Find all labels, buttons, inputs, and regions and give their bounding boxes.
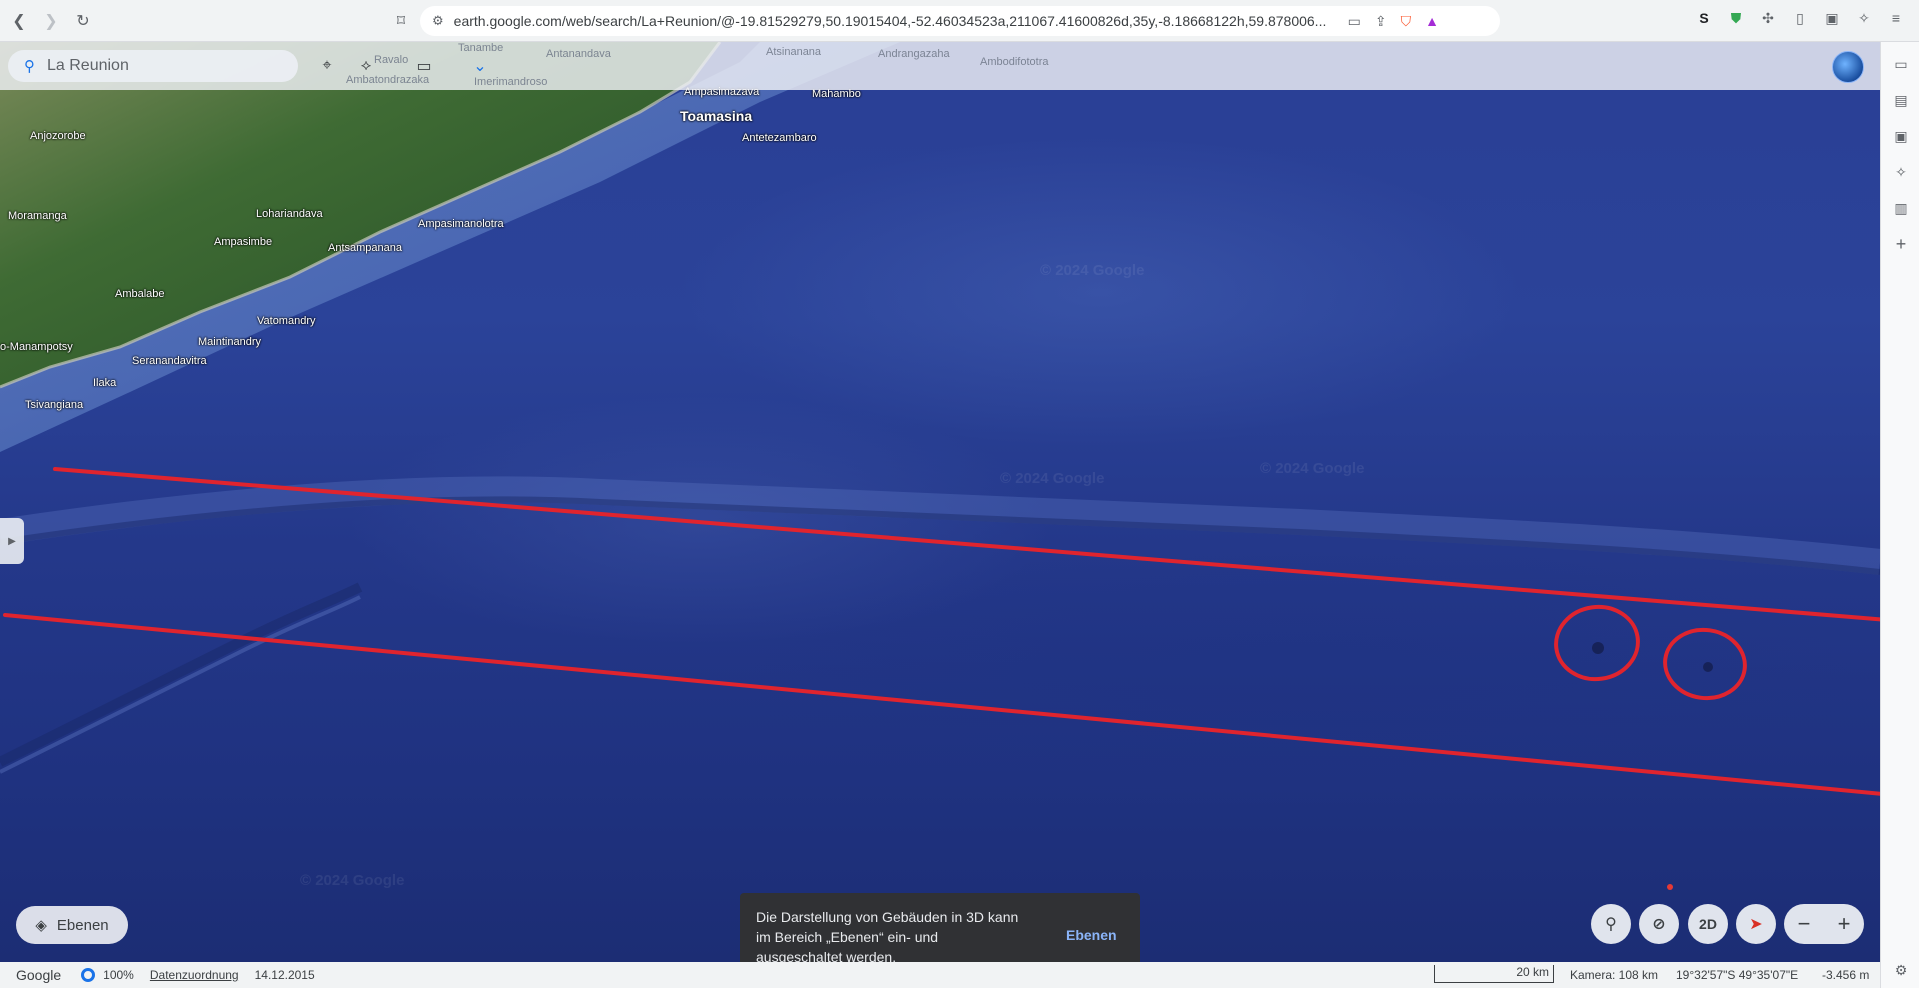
shield-extension-icon[interactable]: ⛊ bbox=[1727, 9, 1745, 27]
watermark-1: © 2024 Google bbox=[1000, 470, 1105, 487]
leo-sidebar-icon[interactable]: ✧ bbox=[1891, 162, 1911, 182]
puzzle-icon[interactable]: ✣ bbox=[1759, 9, 1777, 27]
zoom-in-button[interactable]: + bbox=[1838, 911, 1851, 937]
place-label: o-Manampotsy bbox=[0, 341, 73, 353]
bookmark-icon[interactable]: ⌑ bbox=[388, 8, 414, 34]
menu-icon[interactable]: ≡ bbox=[1887, 9, 1905, 27]
place-label: Ilaka bbox=[93, 377, 117, 389]
place-label: Ravalo bbox=[374, 54, 409, 66]
back-icon[interactable]: ❮ bbox=[6, 8, 32, 34]
watermark-4: © 2024 Google bbox=[1040, 262, 1145, 279]
layers-button-label: Ebenen bbox=[56, 916, 109, 934]
location-dot bbox=[1667, 884, 1673, 890]
compass-icon: ➤ bbox=[1749, 916, 1763, 933]
cursor-coordinates: 19°32'57"S 49°35'07"E bbox=[1676, 968, 1799, 982]
share-icon[interactable]: ⇪ bbox=[1375, 13, 1387, 30]
place-label: Ambodifototra bbox=[980, 56, 1049, 68]
load-percent: 100% bbox=[103, 968, 134, 982]
wallet-icon[interactable]: ▣ bbox=[1823, 9, 1841, 27]
place-label: Ampasimbe bbox=[214, 236, 273, 248]
s-extension-icon[interactable]: S bbox=[1695, 9, 1713, 27]
url-text[interactable]: earth.google.com/web/search/La+Reunion/@… bbox=[454, 13, 1334, 29]
search-input[interactable] bbox=[47, 57, 277, 75]
place-label: Ampasimanolotra bbox=[418, 218, 504, 230]
layers-icon: ◈ bbox=[35, 917, 47, 934]
cast-icon[interactable]: ▭ bbox=[1348, 13, 1361, 30]
place-label: Antanandava bbox=[546, 48, 611, 60]
loading-ring-icon bbox=[81, 968, 96, 982]
placemark-icon[interactable]: ⌖ bbox=[315, 54, 339, 78]
leo-icon[interactable]: ✧ bbox=[1855, 9, 1873, 27]
place-label: Atsinanana bbox=[766, 46, 822, 58]
imagery-date: 14.12.2015 bbox=[254, 968, 315, 982]
site-settings-icon[interactable]: ⚙ bbox=[432, 13, 444, 29]
pegman-icon: ⚲ bbox=[1605, 916, 1617, 933]
browser-toolbar: ❮ ❯ ↻ ⌑ ⚙ earth.google.com/web/search/La… bbox=[0, 0, 1919, 42]
address-bar[interactable]: ⚙ earth.google.com/web/search/La+Reunion… bbox=[420, 6, 1500, 36]
layers-button[interactable]: ◈ Ebenen bbox=[16, 906, 128, 944]
earth-viewport[interactable]: © 2024 Google © 2024 Google © 2024 Googl… bbox=[0, 42, 1880, 962]
zoom-controls: − + bbox=[1784, 904, 1864, 944]
expand-panel-toggle[interactable]: ▶ bbox=[0, 518, 24, 564]
pegman-button[interactable]: ⚲ bbox=[1591, 904, 1631, 944]
place-label: Seranandavitra bbox=[132, 355, 207, 367]
place-label: Andrangazaha bbox=[878, 48, 950, 60]
status-bar: Google 100% Datenzuordnung 14.12.2015 20… bbox=[0, 962, 1880, 988]
terrain-layer bbox=[0, 42, 1880, 796]
place-label: Tsivangiana bbox=[25, 399, 84, 411]
place-label: Ambalabe bbox=[115, 288, 165, 300]
search-icon[interactable]: ⚲ bbox=[24, 57, 35, 75]
bookmarks-icon[interactable]: ▥ bbox=[1891, 198, 1911, 218]
google-logo: Google bbox=[16, 967, 62, 983]
camera-altitude: Kamera: 108 km bbox=[1570, 968, 1659, 982]
add-icon[interactable]: + bbox=[1891, 234, 1911, 254]
right-sidebar: ▭ ▤ ▣ ✧ ▥ + ⚙ bbox=[1880, 42, 1919, 988]
place-label: Toamasina bbox=[680, 108, 753, 124]
place-label: Vatomandry bbox=[257, 315, 316, 327]
forward-icon[interactable]: ❯ bbox=[38, 8, 64, 34]
view-2d-button[interactable]: 2D bbox=[1688, 904, 1728, 944]
brave-shield-icon[interactable]: ⛉ bbox=[1401, 13, 1412, 30]
playlist-icon[interactable]: ▣ bbox=[1891, 126, 1911, 146]
reload-icon[interactable]: ↻ bbox=[70, 8, 96, 34]
zoom-out-button[interactable]: − bbox=[1798, 911, 1811, 937]
data-attribution-link[interactable]: Datenzuordnung bbox=[150, 968, 239, 982]
place-label: Maintinandry bbox=[198, 336, 261, 348]
account-avatar[interactable] bbox=[1832, 51, 1864, 83]
chevron-down-icon[interactable]: ⌄ bbox=[468, 54, 492, 78]
path-icon[interactable]: ⟡ bbox=[354, 54, 378, 78]
reset-tilt-button[interactable]: ⊘ bbox=[1639, 904, 1679, 944]
compass-button[interactable]: ➤ bbox=[1736, 904, 1776, 944]
brave-rewards-icon[interactable]: ▲ bbox=[1425, 13, 1439, 29]
place-label: Lohariandava bbox=[256, 208, 323, 220]
place-label: Moramanga bbox=[8, 210, 67, 222]
reading-list-icon[interactable]: ▤ bbox=[1891, 90, 1911, 110]
elevation: -3.456 m bbox=[1822, 968, 1870, 982]
toast-action-button[interactable]: Ebenen bbox=[1066, 927, 1117, 943]
watermark-3: © 2024 Google bbox=[300, 872, 405, 889]
place-label: Tanambe bbox=[458, 42, 504, 54]
place-label: Anjozorobe bbox=[30, 130, 86, 142]
google-earth-app: ❮ ❯ ↻ ⌑ ⚙ earth.google.com/web/search/La… bbox=[0, 0, 1919, 988]
settings-gear-icon[interactable]: ⚙ bbox=[1891, 960, 1911, 980]
sidebar-icon[interactable]: ▯ bbox=[1791, 9, 1809, 27]
tilt-icon: ⊘ bbox=[1652, 916, 1666, 933]
scale-bar: 20 km bbox=[1434, 965, 1554, 983]
watermark-2: © 2024 Google bbox=[1260, 460, 1365, 477]
place-label: Antsampanana bbox=[328, 242, 402, 254]
place-label: Antetezambaro bbox=[742, 132, 817, 144]
toast-message: Die Darstellung von Gebäuden in 3D kann … bbox=[756, 909, 1019, 965]
search-box[interactable]: ⚲ bbox=[8, 50, 298, 82]
extensions-area: S ⛊ ✣ ▯ ▣ ✧ ≡ bbox=[1695, 9, 1905, 27]
ruler-icon[interactable]: ▭ bbox=[412, 54, 436, 78]
browser-sidebar-icon[interactable]: ▭ bbox=[1891, 54, 1911, 74]
